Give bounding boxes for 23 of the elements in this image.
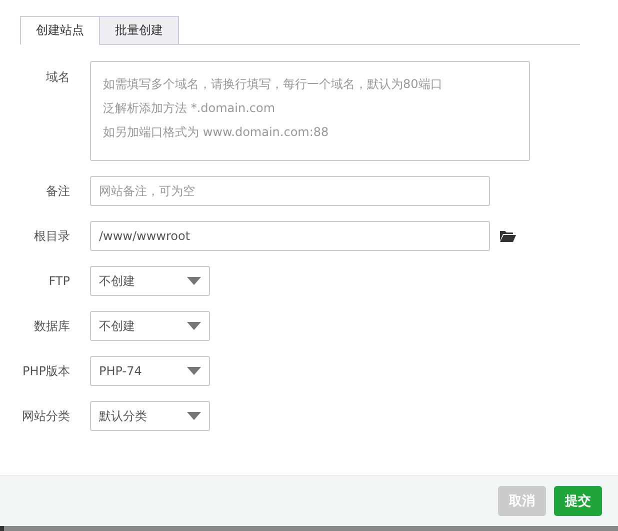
dropdown[interactable]: 不创建 [90, 266, 210, 296]
dropdown[interactable]: 默认分类 [90, 401, 210, 431]
placeholder-line: 如另加端口格式为 www.domain.com:88 [103, 124, 329, 141]
placeholder-line: 如需填写多个域名，请换行填写，每行一个域名，默认为80端口 [103, 76, 442, 93]
field-label: 备注 [45, 183, 71, 200]
field-label: FTP [48, 273, 71, 290]
tab[interactable]: 创建站点 [20, 16, 100, 45]
caret-icon [187, 367, 201, 375]
dropdown[interactable]: PHP-74 [90, 356, 210, 386]
field-label: 数据库 [33, 318, 71, 335]
placeholder-line: 泛解析添加方法 *.domain.com [103, 100, 276, 117]
remark-field[interactable]: 网站备注，可为空 [90, 176, 490, 206]
field-label: 网站分类 [21, 408, 71, 425]
dropdown[interactable]: 不创建 [90, 311, 210, 341]
caret-icon [187, 322, 201, 330]
tab[interactable]: 批量创建 [99, 16, 179, 45]
field-label: PHP版本 [22, 363, 71, 380]
folder-icon[interactable] [500, 230, 516, 242]
caret-icon [187, 277, 201, 285]
path-field[interactable]: /www/wwwroot [90, 221, 490, 251]
caret-icon [187, 412, 201, 420]
field-label: 根目录 [33, 228, 71, 245]
field-label: 域名 [45, 69, 71, 86]
